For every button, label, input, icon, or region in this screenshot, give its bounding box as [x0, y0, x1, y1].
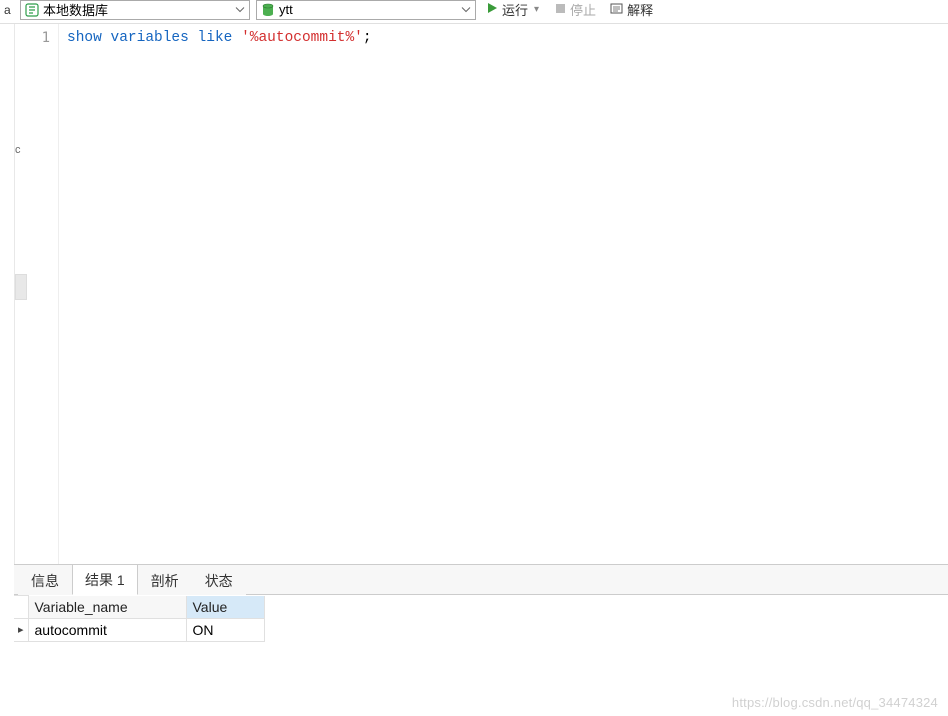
explain-button[interactable]: 解释	[606, 0, 657, 20]
tab-info[interactable]: 信息	[18, 565, 72, 595]
sql-keyword: variables	[111, 30, 189, 46]
results-pane: 信息 结果 1 剖析 状态 Variable_name Value ▸ auto…	[14, 564, 948, 642]
database-label: ytt	[279, 2, 457, 17]
sql-editor[interactable]: c 1 show variables like '%autocommit%';	[14, 24, 948, 564]
connection-icon	[25, 3, 39, 17]
left-stub-c: c	[15, 144, 21, 156]
chevron-down-icon	[461, 2, 471, 17]
explain-label: 解释	[627, 0, 653, 19]
chevron-down-icon	[235, 2, 245, 17]
stop-icon	[555, 2, 566, 17]
result-tabs: 信息 结果 1 剖析 状态	[14, 565, 948, 595]
run-button[interactable]: 运行 ▾	[482, 0, 545, 20]
tab-profile[interactable]: 剖析	[138, 565, 192, 595]
stop-button: 停止	[551, 0, 600, 20]
cell-variable-name[interactable]: autocommit	[28, 618, 186, 641]
sql-punct: ;	[363, 30, 372, 46]
left-collapsed-panel[interactable]	[15, 274, 27, 300]
run-dropdown-indicator[interactable]: ▾	[532, 4, 541, 15]
database-icon	[261, 3, 275, 17]
table-row[interactable]: ▸ autocommit ON	[14, 618, 264, 641]
current-row-indicator: ▸	[14, 618, 28, 641]
sql-keyword: show	[67, 30, 102, 46]
watermark: https://blog.csdn.net/qq_34474324	[732, 695, 938, 710]
column-header[interactable]: Variable_name	[28, 596, 186, 619]
tab-status[interactable]: 状态	[192, 565, 246, 595]
explain-icon	[610, 2, 623, 18]
sql-keyword: like	[198, 30, 233, 46]
database-dropdown[interactable]: ytt	[256, 0, 476, 20]
code-content[interactable]: show variables like '%autocommit%';	[59, 24, 948, 564]
line-number: 1	[15, 30, 50, 46]
sql-string: '%autocommit%'	[241, 30, 363, 46]
column-header[interactable]: Value	[186, 596, 264, 619]
play-icon	[486, 2, 498, 17]
connection-dropdown[interactable]: 本地数据库	[20, 0, 250, 20]
left-edge-stub: a	[4, 3, 14, 17]
connection-label: 本地数据库	[43, 0, 231, 19]
stop-label: 停止	[570, 0, 596, 19]
toolbar: a 本地数据库 ytt 运行 ▾ 停止 解释	[0, 0, 948, 24]
cell-value[interactable]: ON	[186, 618, 264, 641]
grid-header-row: Variable_name Value	[14, 596, 264, 619]
tab-result[interactable]: 结果 1	[72, 564, 138, 595]
result-grid[interactable]: Variable_name Value ▸ autocommit ON	[14, 595, 265, 642]
row-indicator-header	[14, 596, 28, 619]
run-label: 运行	[502, 0, 528, 19]
